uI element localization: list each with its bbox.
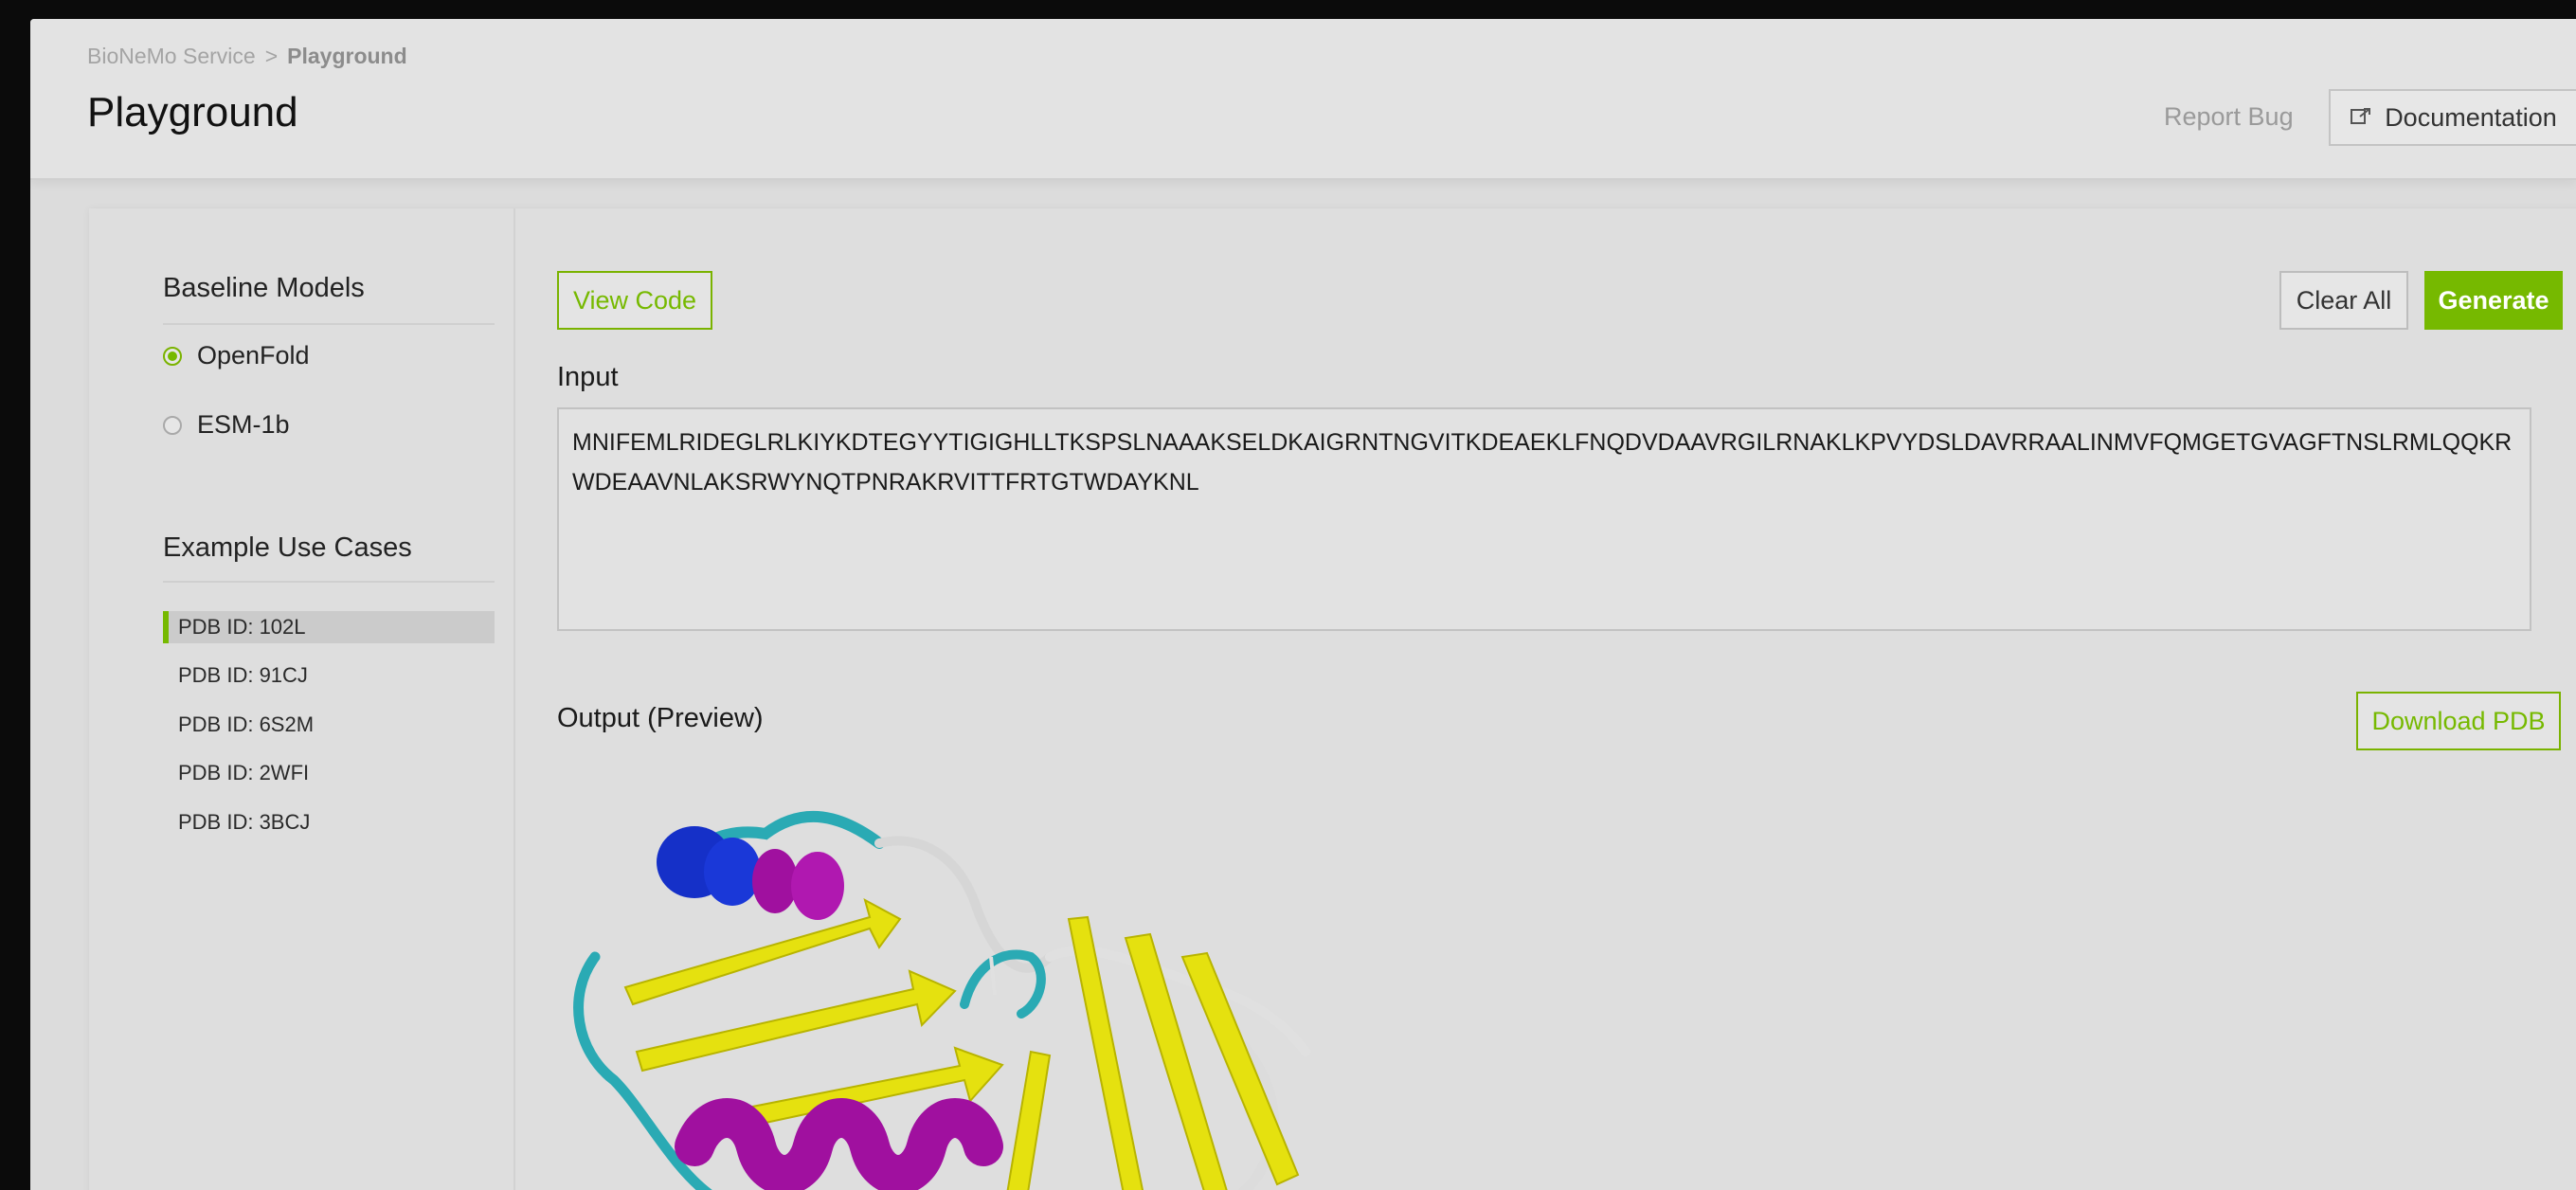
radio-selected-icon[interactable] — [163, 346, 182, 366]
baseline-models-title: Baseline Models — [163, 273, 365, 303]
example-item-3bcj[interactable]: PDB ID: 3BCJ — [163, 806, 495, 838]
model-option-openfold[interactable]: OpenFold — [163, 341, 310, 370]
sidebar: Baseline Models OpenFold ESM-1b Example … — [89, 208, 515, 1190]
example-item-102l[interactable]: PDB ID: 102L — [163, 611, 495, 643]
app-screen: BioNeMo Service > Playground Playground Re… — [30, 19, 2576, 1190]
radio-unselected-icon[interactable] — [163, 415, 182, 435]
breadcrumb: BioNeMo Service > Playground — [87, 44, 407, 69]
page-header: BioNeMo Service > Playground Playground Re… — [30, 19, 2576, 180]
protein-structure-viewer[interactable] — [557, 767, 1410, 1190]
documentation-button[interactable]: Documentation — [2329, 89, 2576, 146]
protein-ribbon-image — [573, 810, 1310, 1190]
report-bug-link[interactable]: Report Bug — [2164, 102, 2294, 132]
playground-panel: Baseline Models OpenFold ESM-1b Example … — [89, 208, 2576, 1190]
example-item-6s2m[interactable]: PDB ID: 6S2M — [163, 709, 495, 741]
page-title: Playground — [87, 89, 298, 135]
example-item-2wfi[interactable]: PDB ID: 2WFI — [163, 757, 495, 789]
divider — [163, 581, 495, 583]
breadcrumb-root[interactable]: BioNeMo Service — [87, 44, 256, 68]
output-label: Output (Preview) — [557, 703, 764, 733]
example-use-cases-title: Example Use Cases — [163, 532, 412, 563]
input-label: Input — [557, 362, 619, 392]
sequence-input[interactable]: MNIFEMLRIDEGLRLKIYKDTEGYYTIGIGHLLTKSPSLN… — [557, 407, 2531, 631]
breadcrumb-separator: > — [264, 44, 279, 68]
model-option-label: ESM-1b — [197, 410, 290, 439]
clear-all-button[interactable]: Clear All — [2279, 271, 2408, 330]
divider — [163, 323, 495, 325]
model-option-label: OpenFold — [197, 341, 310, 370]
example-item-91cj[interactable]: PDB ID: 91CJ — [163, 659, 495, 692]
breadcrumb-current: Playground — [287, 44, 407, 68]
documentation-label: Documentation — [2385, 102, 2557, 132]
generate-button[interactable]: Generate — [2424, 271, 2563, 330]
download-pdb-button[interactable]: Download PDB — [2356, 692, 2561, 750]
model-option-esm1b[interactable]: ESM-1b — [163, 410, 290, 440]
view-code-button[interactable]: View Code — [557, 271, 712, 330]
external-link-icon — [2351, 103, 2371, 133]
